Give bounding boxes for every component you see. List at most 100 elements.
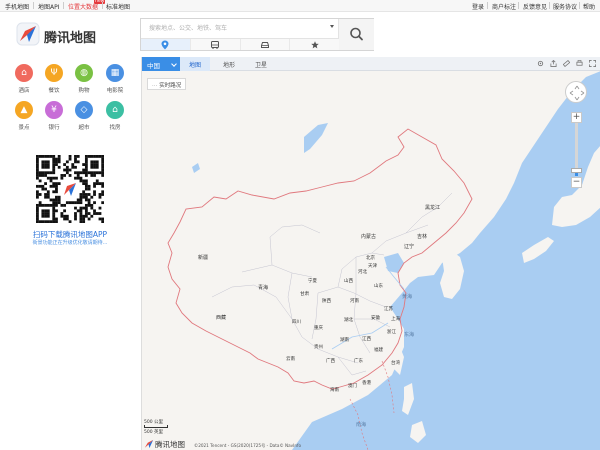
new-badge: new (94, 0, 106, 4)
divider (487, 2, 488, 9)
province-label: 青海 (258, 284, 268, 291)
ruler-icon[interactable] (563, 60, 570, 67)
region-label: 中国 (147, 62, 160, 70)
tab-bus[interactable] (190, 39, 241, 50)
location-pin-icon (161, 40, 169, 49)
divider (102, 2, 103, 9)
house-icon: ⌂ (106, 101, 124, 119)
province-label: 甘肃 (300, 290, 309, 297)
province-label: 贵州 (314, 343, 323, 350)
tab-location[interactable] (141, 39, 191, 50)
search-input[interactable] (141, 19, 339, 38)
login-link[interactable]: 登录 (472, 2, 484, 11)
province-label: 云南 (286, 355, 295, 362)
map-scale: 500 公里 500 英里 (144, 419, 168, 435)
province-label: 四川 (292, 319, 301, 325)
sea-label: 南海 (356, 421, 366, 428)
category-label: 银行 (48, 125, 60, 131)
tab-drive[interactable] (240, 39, 291, 50)
map-tab-bar: 中国 地图 地形 卫星 (142, 57, 600, 71)
province-label: 内蒙古 (361, 233, 376, 240)
search-mode-tabs (141, 38, 339, 50)
help-link[interactable]: 帮助 (583, 2, 595, 11)
house-glyph: ⌂ (112, 105, 118, 115)
feedback-link[interactable]: 反馈意见 (523, 2, 547, 11)
province-label: 天津 (368, 262, 377, 269)
province-label: 浙江 (387, 328, 396, 335)
category-shopping[interactable]: ◍ 购物 (72, 64, 96, 94)
tab-favorites[interactable] (290, 39, 339, 50)
province-label: 河北 (358, 268, 367, 275)
map-api-link[interactable]: 地图API (38, 2, 60, 11)
scenic-icon: ▲ (15, 101, 33, 119)
real-time-traffic-button[interactable]: ⋯ 实时路况 (147, 78, 187, 90)
zoom-out-button[interactable]: − (571, 177, 582, 188)
category-label: 购物 (78, 88, 90, 94)
province-label: 新疆 (198, 254, 208, 261)
search-button[interactable] (339, 19, 374, 50)
pan-arrows-icon (569, 85, 585, 101)
service-terms-link[interactable]: 服务协议 (553, 2, 577, 11)
brand-logo[interactable]: 腾讯地图 (16, 22, 106, 48)
category-supermarket[interactable]: ◇ 超市 (72, 101, 96, 131)
province-label: 湖北 (344, 316, 353, 323)
scale-mile-label: 500 英里 (144, 430, 164, 435)
map-view[interactable]: 黑龙江 吉林 辽宁 内蒙古 北京 天津 河北 山西 山东 新疆 宁夏 陕西 河南… (141, 57, 600, 450)
category-bank[interactable]: ¥ 银行 (42, 101, 66, 131)
cinema-icon: ▦ (106, 64, 124, 82)
settings-icon[interactable] (537, 60, 544, 67)
standard-map-link[interactable]: 标准地图 (106, 2, 130, 11)
chevron-down-icon[interactable] (330, 25, 334, 28)
scenic-glyph: ▲ (20, 105, 28, 115)
restaurant-glyph: Ψ (50, 68, 58, 78)
merchant-mark-link[interactable]: 商户标注 (492, 2, 516, 11)
sea-label: 黄海 (402, 293, 412, 300)
copyright-text: ©2021 Tencent - GS(2020)1725号 - Data© Na… (194, 443, 302, 448)
province-label: 安徽 (371, 314, 380, 321)
category-label: 超市 (78, 125, 90, 131)
shopping-glyph: ◍ (80, 68, 88, 78)
print-icon[interactable] (576, 60, 583, 67)
province-label: 湖南 (340, 336, 349, 343)
traffic-icon: ⋯ (152, 83, 158, 89)
province-label: 宁夏 (308, 277, 317, 284)
restaurant-icon: Ψ (45, 64, 63, 82)
tencent-map-logo-icon (16, 22, 40, 46)
tab-satellite[interactable]: 卫星 (246, 57, 276, 71)
bank-glyph: ¥ (51, 105, 57, 115)
search-icon (350, 27, 363, 41)
china-map-canvas: 黑龙江 吉林 辽宁 内蒙古 北京 天津 河北 山西 山东 新疆 宁夏 陕西 河南… (142, 57, 600, 450)
category-hotel[interactable]: ⌂ 酒店 (12, 64, 36, 94)
province-label: 江西 (362, 335, 371, 342)
location-bigdata-link[interactable]: 位置大数据 new (68, 0, 106, 11)
category-house[interactable]: ⌂ 找房 (103, 101, 127, 131)
divider (33, 2, 34, 9)
province-label: 台湾 (391, 359, 400, 366)
category-restaurant[interactable]: Ψ 餐饮 (42, 64, 66, 94)
category-cinema[interactable]: ▦ 电影院 (103, 64, 127, 94)
zoom-in-button[interactable]: + (571, 112, 582, 123)
fullscreen-icon[interactable] (589, 60, 596, 67)
divider (518, 2, 519, 9)
tab-terrain[interactable]: 地形 (214, 57, 244, 71)
divider (63, 2, 64, 9)
chevron-down-icon (171, 61, 177, 67)
region-selector[interactable]: 中国 (142, 57, 182, 71)
category-label: 餐饮 (48, 88, 60, 94)
category-scenic[interactable]: ▲ 景点 (12, 101, 36, 131)
province-label: 重庆 (314, 324, 323, 331)
province-label: 广东 (354, 357, 363, 364)
share-icon[interactable] (550, 60, 557, 67)
hotel-icon: ⌂ (15, 64, 33, 82)
hotel-glyph: ⌂ (21, 68, 27, 78)
province-label: 江苏 (384, 305, 393, 312)
tab-map[interactable]: 地图 (180, 57, 210, 71)
sea-label: 东海 (404, 331, 414, 338)
cinema-glyph: ▦ (110, 68, 120, 78)
qr-code-icon (36, 155, 105, 224)
zoom-slider-handle[interactable] (571, 167, 582, 173)
bank-icon: ¥ (45, 101, 63, 119)
pan-control[interactable] (565, 81, 587, 103)
zoom-slider-track[interactable] (575, 123, 578, 170)
mobile-map-link[interactable]: 手机地图 (5, 2, 29, 11)
